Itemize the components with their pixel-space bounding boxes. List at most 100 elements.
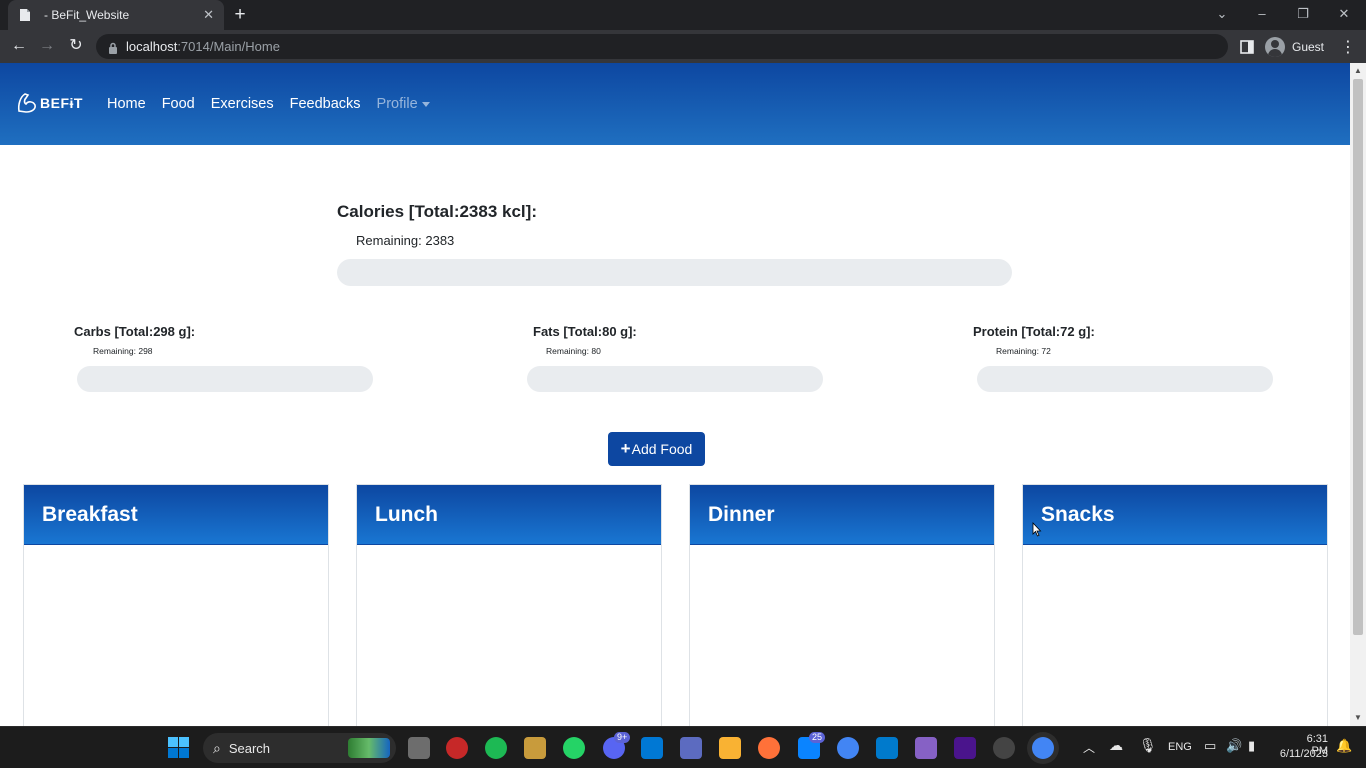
obs-icon[interactable] <box>993 737 1015 759</box>
chrome-icon[interactable] <box>1032 737 1054 759</box>
meal-title-dinner: Dinner <box>708 502 775 526</box>
logo-text: BEF <box>40 95 70 111</box>
scroll-down-icon[interactable]: ▼ <box>1350 711 1366 725</box>
plus-icon: + <box>620 439 631 458</box>
tray-overflow-icon[interactable]: ︿ <box>1083 739 1095 756</box>
search-icon: ⌕ <box>213 739 221 756</box>
windows-taskbar: ⌕ Search 9+ 25 ︿ ☁ 🎙 ENG ▭ 🔊 ▮ 6:31 PM 6… <box>0 726 1366 768</box>
caret-down-icon <box>421 101 430 107</box>
tab-title: - BeFit_Website <box>44 8 130 22</box>
page-scrollbar[interactable]: ▲ ▼ <box>1350 63 1366 726</box>
fats-title: Fats [Total:80 g]: <box>533 324 637 339</box>
terminal-icon[interactable] <box>954 737 976 759</box>
calories-progress-bar <box>337 259 1012 286</box>
microsoft-store-icon[interactable] <box>641 737 663 759</box>
league-of-legends-icon[interactable] <box>524 737 546 759</box>
discord-badge: 9+ <box>614 732 631 743</box>
add-food-label: Add Food <box>631 441 693 457</box>
clock-date[interactable]: 6/11/2023 <box>1271 748 1328 760</box>
meal-card-header: Dinner <box>690 485 994 545</box>
logo-text-end: T <box>73 95 83 111</box>
nav-home[interactable]: Home <box>107 96 146 112</box>
restore-button[interactable]: ❐ <box>1283 0 1323 30</box>
back-arrow-icon[interactable]: ← <box>9 36 29 56</box>
main-nav: Home Food Exercises Feedbacks Profile <box>107 96 430 112</box>
network-icon[interactable]: ▭ <box>1204 738 1216 754</box>
profile-button[interactable]: Guest <box>1265 34 1324 59</box>
fats-progress-bar <box>527 366 823 392</box>
meal-card-header: Snacks <box>1023 485 1327 545</box>
nav-profile-label: Profile <box>376 96 418 112</box>
lock-icon <box>108 41 118 54</box>
carbs-remaining: Remaining: 298 <box>93 346 153 356</box>
t-app-icon[interactable] <box>446 737 468 759</box>
profile-name: Guest <box>1292 39 1325 54</box>
search-highlight-icon <box>348 738 390 758</box>
nav-profile-dropdown[interactable]: Profile <box>377 96 430 112</box>
scroll-up-icon[interactable]: ▲ <box>1350 64 1366 78</box>
nav-exercises[interactable]: Exercises <box>211 96 274 112</box>
chrome-profile-icon[interactable] <box>837 737 859 759</box>
browser-toolbar: ← → ↻ localhost:7014/Main/Home Guest ⋮ <box>0 30 1366 63</box>
onedrive-icon[interactable]: ☁ <box>1109 737 1123 754</box>
befit-logo[interactable]: BEFɨT <box>16 91 83 115</box>
address-bar[interactable]: localhost:7014/Main/Home <box>96 34 1228 59</box>
taskbar-search-label: Search <box>228 740 271 756</box>
url-path: :7014/Main/Home <box>177 39 280 54</box>
protein-progress-bar <box>977 366 1273 392</box>
meal-card-lunch: Lunch <box>356 484 662 726</box>
forward-arrow-icon[interactable]: → <box>37 36 57 56</box>
nav-food[interactable]: Food <box>162 96 195 112</box>
new-tab-button[interactable]: + <box>230 4 250 26</box>
meal-card-snacks: Snacks <box>1022 484 1328 726</box>
language-indicator[interactable]: ENG <box>1168 741 1192 753</box>
battery-icon[interactable]: ▮ <box>1248 738 1255 754</box>
close-window-button[interactable]: ✕ <box>1324 0 1364 30</box>
vscode-icon[interactable] <box>876 737 898 759</box>
scrollbar-thumb[interactable] <box>1353 79 1363 635</box>
visual-studio-icon[interactable] <box>915 737 937 759</box>
meal-card-header: Breakfast <box>24 485 328 545</box>
site-navbar: BEFɨT Home Food Exercises Feedbacks Prof… <box>0 63 1350 145</box>
url-host: localhost <box>126 39 178 54</box>
menu-icon[interactable]: ⋮ <box>1340 34 1356 59</box>
windows-start-icon[interactable] <box>168 737 189 758</box>
reload-icon[interactable]: ↻ <box>66 36 86 56</box>
volume-icon[interactable]: 🔊 <box>1226 738 1242 754</box>
calories-title: Calories [Total:2383 kcl]: <box>337 202 537 221</box>
close-icon[interactable]: ✕ <box>203 7 214 23</box>
calories-remaining: Remaining: 2383 <box>356 233 455 248</box>
meal-title-breakfast: Breakfast <box>42 502 138 526</box>
meal-card-header: Lunch <box>357 485 661 545</box>
flexed-arm-icon <box>17 93 36 113</box>
file-explorer-icon[interactable] <box>719 737 741 759</box>
nav-feedbacks[interactable]: Feedbacks <box>290 96 361 112</box>
microphone-icon[interactable]: 🎙 <box>1139 737 1157 754</box>
protein-remaining: Remaining: 72 <box>996 346 1051 356</box>
meal-card-breakfast: Breakfast <box>23 484 329 726</box>
taskbar-search[interactable]: ⌕ Search <box>203 733 396 763</box>
whatsapp-icon[interactable] <box>563 737 585 759</box>
spotify-icon[interactable] <box>485 737 507 759</box>
firefox-icon[interactable] <box>758 737 780 759</box>
add-food-button[interactable]: + Add Food <box>608 432 705 466</box>
sidebar-toggle-icon[interactable] <box>1240 34 1254 59</box>
calculator-icon[interactable] <box>680 737 702 759</box>
browser-tab[interactable]: - BeFit_Website ✕ <box>8 0 224 30</box>
tab-search-icon[interactable]: ⌄ <box>1202 0 1242 30</box>
mouse-cursor-icon <box>1032 522 1042 537</box>
notification-icon[interactable]: 🔔 <box>1336 738 1352 754</box>
page-icon <box>18 8 32 22</box>
minimize-button[interactable]: – <box>1242 0 1282 30</box>
task-view-icon[interactable] <box>408 737 430 759</box>
avatar <box>1265 36 1285 57</box>
fats-remaining: Remaining: 80 <box>546 346 601 356</box>
meal-title-lunch: Lunch <box>375 502 438 526</box>
page-viewport: BEFɨT Home Food Exercises Feedbacks Prof… <box>0 63 1350 726</box>
meal-title-snacks: Snacks <box>1041 502 1115 526</box>
mail-badge: 25 <box>809 732 826 743</box>
carbs-title: Carbs [Total:298 g]: <box>74 324 196 339</box>
carbs-progress-bar <box>77 366 373 392</box>
protein-title: Protein [Total:72 g]: <box>973 324 1095 339</box>
meal-card-dinner: Dinner <box>689 484 995 726</box>
